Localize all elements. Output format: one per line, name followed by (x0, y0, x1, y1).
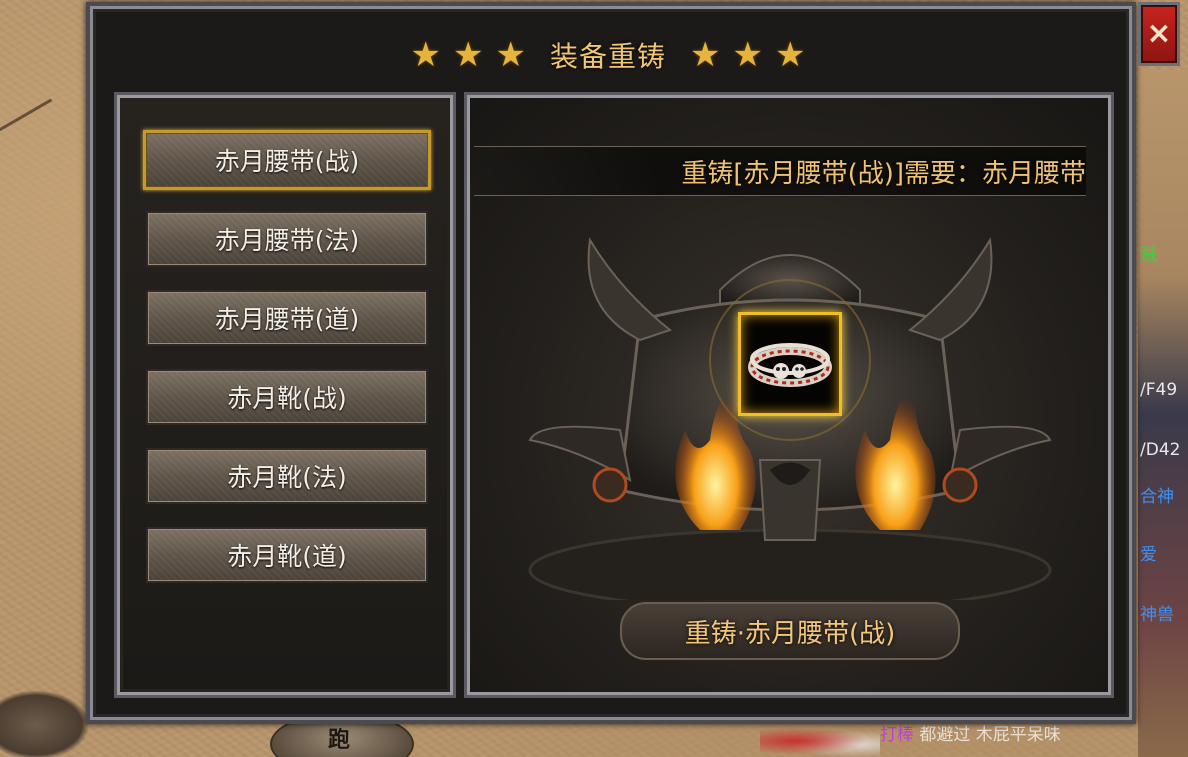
furnace-medallion-right (942, 467, 978, 503)
equipment-item-button[interactable]: 赤月腰带(战) (143, 130, 431, 190)
star-icon: ★ (495, 35, 526, 75)
equipment-item-button[interactable]: 赤月靴(法) (146, 448, 428, 504)
star-icon: ★ (453, 35, 484, 75)
game-scene-strip (1138, 70, 1188, 757)
side-text: /D42 (1140, 440, 1181, 460)
close-icon: × (1146, 16, 1172, 51)
equipment-item-button[interactable]: 赤月靴(战) (146, 369, 428, 425)
furnace-horn-right (907, 237, 993, 342)
equipment-item-button[interactable]: 赤月靴(道) (146, 527, 428, 583)
side-text: 贼 (1140, 245, 1157, 265)
side-text: 合神 (1140, 487, 1174, 507)
window-title-bar: ★ ★ ★ 装备重铸 ★ ★ ★ (106, 18, 1110, 92)
requirement-bar: 重铸[赤月腰带(战)]需要：赤月腰带 (474, 146, 1086, 196)
furnace-horn-left (587, 237, 673, 342)
equipment-item-button[interactable]: 赤月腰带(法) (146, 211, 428, 267)
requirement-text: 重铸[赤月腰带(战)]需要：赤月腰带 (681, 158, 1086, 189)
map-crack (0, 98, 78, 175)
window-title: 装备重铸 (549, 40, 666, 73)
run-button-label: 跑 (328, 728, 351, 753)
chat-name[interactable]: 打棒 (880, 725, 914, 745)
furnace-medallion-left (592, 467, 628, 503)
ring-icon (748, 343, 832, 387)
side-text: 神兽 (1140, 605, 1174, 625)
star-icon: ★ (690, 35, 721, 75)
item-slot[interactable] (738, 312, 842, 416)
star-icon: ★ (410, 35, 442, 75)
side-text: /F49 (1140, 380, 1178, 400)
scene-effect (760, 725, 880, 757)
side-text: 爱 (1140, 545, 1157, 565)
map-stone (0, 690, 90, 757)
reforge-button[interactable]: 重铸·赤月腰带(战) (620, 602, 960, 660)
chat-text: 都避过 木屁平呆味 (919, 725, 1061, 745)
star-icon: ★ (774, 35, 806, 75)
star-icon: ★ (732, 35, 763, 75)
close-button[interactable]: × (1138, 2, 1180, 66)
equipment-item-button[interactable]: 赤月腰带(道) (146, 290, 428, 346)
